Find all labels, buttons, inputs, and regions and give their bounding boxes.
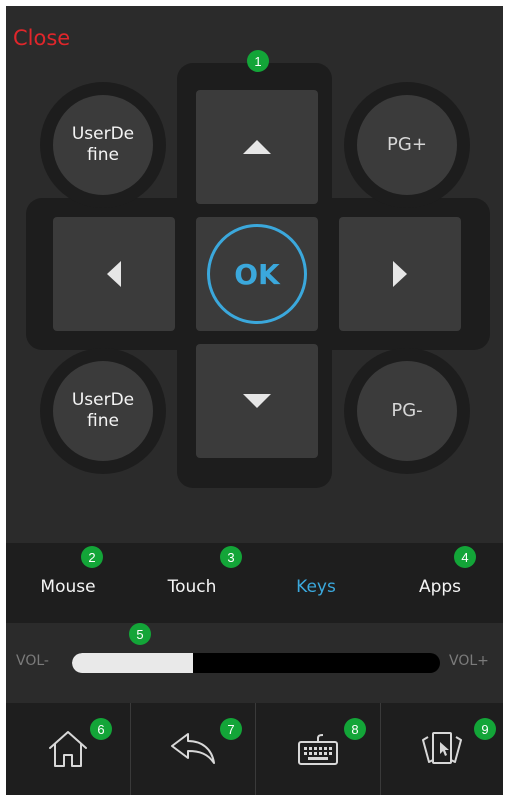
bottom-navigation-bar bbox=[6, 703, 503, 795]
annotation-badge-3: 3 bbox=[220, 546, 242, 568]
dpad-right-button[interactable] bbox=[339, 217, 461, 331]
tab-keys[interactable]: Keys bbox=[254, 577, 378, 597]
dpad-down-button[interactable] bbox=[196, 344, 318, 458]
page-down-button[interactable]: PG- bbox=[357, 361, 457, 461]
triangle-left-icon bbox=[107, 261, 121, 287]
volume-slider[interactable] bbox=[72, 653, 440, 673]
dpad-up-button[interactable] bbox=[196, 90, 318, 204]
annotation-badge-6: 6 bbox=[90, 718, 112, 740]
page-down-label: PG- bbox=[391, 399, 423, 421]
triangle-up-icon bbox=[243, 140, 271, 154]
close-button[interactable]: Close bbox=[13, 28, 70, 49]
keyboard-button[interactable] bbox=[256, 703, 380, 795]
page-up-button[interactable]: PG+ bbox=[357, 95, 457, 195]
keyboard-icon bbox=[298, 734, 338, 765]
dpad-ok-button[interactable]: OK bbox=[196, 217, 318, 331]
triangle-right-icon bbox=[393, 261, 407, 287]
home-icon bbox=[49, 731, 87, 767]
annotation-badge-5: 5 bbox=[129, 623, 151, 645]
annotation-badge-9: 9 bbox=[474, 718, 496, 740]
userdefine-bottom-button[interactable]: UserDe fine bbox=[53, 361, 153, 461]
annotation-badge-2: 2 bbox=[81, 546, 103, 568]
volume-down-button[interactable]: VOL- bbox=[16, 653, 49, 669]
tab-mouse[interactable]: Mouse bbox=[6, 577, 130, 597]
volume-bar: VOL- VOL+ bbox=[6, 623, 503, 703]
annotation-badge-8: 8 bbox=[344, 718, 366, 740]
tab-touch[interactable]: Touch bbox=[130, 577, 254, 597]
userdefine-bottom-label: UserDe fine bbox=[71, 389, 135, 431]
remote-control-app: Close UserDe fine PG+ UserDe fine PG- OK bbox=[6, 6, 503, 795]
userdefine-top-label: UserDe fine bbox=[71, 123, 135, 165]
page-up-label: PG+ bbox=[387, 133, 427, 155]
volume-up-button[interactable]: VOL+ bbox=[449, 653, 489, 669]
back-button[interactable] bbox=[131, 703, 255, 795]
annotation-badge-4: 4 bbox=[454, 546, 476, 568]
userdefine-top-button[interactable]: UserDe fine bbox=[53, 95, 153, 195]
tab-apps[interactable]: Apps bbox=[378, 577, 502, 597]
home-button[interactable] bbox=[6, 703, 130, 795]
dpad-left-button[interactable] bbox=[53, 217, 175, 331]
triangle-down-icon bbox=[243, 394, 271, 408]
cards-button[interactable] bbox=[381, 703, 503, 795]
volume-level-fill bbox=[72, 653, 194, 673]
cards-icon bbox=[422, 732, 462, 764]
annotation-badge-7: 7 bbox=[220, 718, 242, 740]
back-icon bbox=[171, 733, 215, 764]
annotation-badge-1: 1 bbox=[247, 50, 269, 72]
ok-label: OK bbox=[207, 224, 307, 324]
